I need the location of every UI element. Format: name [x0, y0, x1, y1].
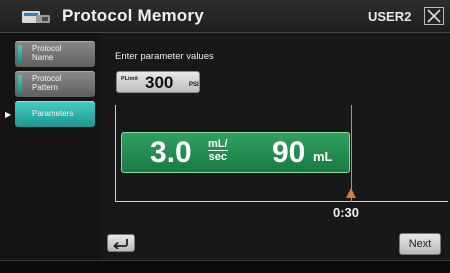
graph-y-axis: [115, 105, 116, 202]
active-indicator-icon: ▶: [5, 110, 12, 119]
pressure-limit-value: 300: [145, 73, 174, 92]
sidebar-item-protocol-name[interactable]: Protocol Name: [15, 41, 95, 67]
phase-bar[interactable]: 3.0 mL/ sec 90 mL: [121, 132, 350, 173]
sidebar: Protocol Name Protocol Pattern ▶ Parameter…: [0, 33, 100, 260]
grip-icon: [18, 75, 22, 93]
close-button[interactable]: [424, 7, 444, 25]
sidebar-item-parameters[interactable]: Parameters: [15, 101, 95, 127]
flow-rate-value: 3.0: [150, 136, 192, 169]
parameters-panel: Enter parameter values PLimit 300 PSI 3.…: [100, 33, 450, 260]
duration-label: 0:30: [333, 205, 360, 220]
volume-unit: mL: [313, 149, 333, 164]
injector-screen: Protocol Memory USER2 Protocol Name Proto…: [0, 0, 450, 273]
title-bar: Protocol Memory USER2: [0, 0, 450, 33]
pressure-limit-unit: PSI: [189, 82, 199, 88]
sidebar-item-label: Protocol Name: [32, 44, 62, 62]
close-icon: [427, 9, 441, 23]
return-arrow-icon: [113, 239, 128, 249]
volume-value: 90: [272, 136, 306, 169]
back-button[interactable]: [107, 234, 135, 252]
pressure-limit-tag: PLimit: [121, 76, 138, 82]
sidebar-item-protocol-pattern[interactable]: Protocol Pattern: [15, 71, 95, 97]
page-title: Protocol Memory: [62, 6, 204, 25]
grip-icon: [18, 45, 22, 63]
sidebar-item-label: Parameters: [32, 109, 74, 118]
pressure-limit-button[interactable]: PLimit 300 PSI: [116, 71, 200, 93]
footer-bar: [0, 260, 450, 273]
instruction-text: Enter parameter values: [115, 51, 214, 62]
sidebar-item-label: Protocol Pattern: [32, 74, 62, 92]
user-label: USER2: [368, 9, 412, 24]
flow-rate-unit: mL/ sec: [208, 138, 228, 163]
protocol-memory-icon: [22, 11, 50, 23]
time-marker-icon[interactable]: [346, 188, 356, 198]
next-button[interactable]: Next: [399, 233, 441, 255]
graph-x-axis: [115, 201, 448, 202]
